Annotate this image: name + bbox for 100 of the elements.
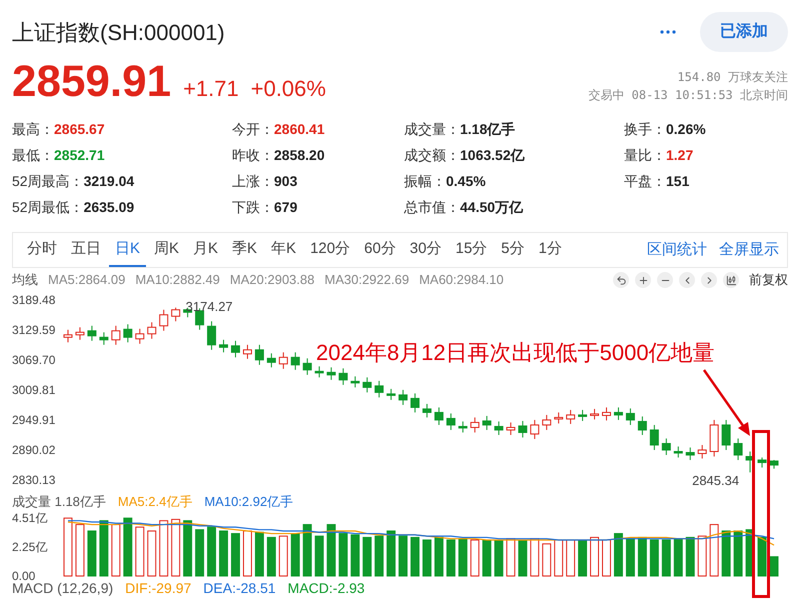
candlestick (171, 307, 180, 322)
volume-bar (674, 538, 683, 576)
volume-bar (64, 518, 72, 576)
candlestick (698, 444, 707, 460)
candlestick (374, 380, 384, 398)
volume-bar (87, 530, 96, 576)
ma-value: MA30:2922.69 (324, 271, 410, 290)
period-tab[interactable]: 5分 (495, 233, 531, 267)
stat-label: 上涨： (232, 172, 274, 190)
chevron-right-icon[interactable] (701, 272, 717, 288)
volume-bar (266, 536, 276, 576)
volume-bar (75, 524, 84, 576)
volume-bar (350, 534, 360, 576)
period-tab[interactable]: 周K (148, 233, 186, 267)
volume-axis-label: 4.51亿 (12, 512, 48, 524)
volume-bar (159, 520, 168, 576)
volume-bar (650, 540, 659, 576)
period-tab[interactable]: 15分 (449, 233, 494, 267)
period-tab[interactable]: 日K (109, 233, 146, 267)
price-axis-label: 3009.81 (12, 384, 56, 396)
volume-bar (183, 520, 192, 576)
volume-bar (243, 530, 252, 576)
volume-bar (482, 540, 492, 576)
volume-bar (219, 530, 228, 576)
zoom-out-icon[interactable] (657, 272, 673, 288)
stat-value: 1063.52亿 (460, 146, 525, 164)
volume-bar (446, 540, 456, 576)
candlestick (506, 422, 516, 436)
chart-link[interactable]: 区间统计 (647, 238, 707, 262)
candlestick (554, 412, 564, 424)
chevron-left-icon[interactable] (679, 272, 695, 288)
period-tab[interactable]: 月K (187, 233, 224, 267)
period-tab[interactable]: 120分 (304, 233, 356, 267)
volume-bar (410, 536, 420, 576)
candlestick (770, 460, 779, 470)
stat-value: 679 (274, 198, 298, 216)
volume-bar (374, 536, 384, 576)
candlestick (602, 406, 611, 421)
adjust-mode[interactable]: 前复权 (749, 270, 788, 290)
volume-bar (662, 540, 671, 576)
volume-axis-label: 0.00 (12, 570, 36, 582)
ma-value: MA10:2882.49 (135, 271, 220, 290)
candlestick (135, 328, 144, 344)
volume-bar (770, 556, 778, 576)
candlestick (111, 325, 120, 346)
undo-icon[interactable] (613, 272, 629, 288)
period-tab[interactable]: 分时 (21, 233, 63, 267)
zoom-in-icon[interactable] (635, 272, 651, 288)
candlestick (99, 332, 108, 346)
candlestick (63, 329, 72, 343)
stat-label: 最低： (12, 146, 54, 164)
candlestick (159, 309, 168, 332)
period-tab[interactable]: 60分 (358, 233, 402, 267)
volume-bar (734, 530, 743, 576)
volume-bar (326, 524, 336, 576)
candlestick (422, 403, 432, 418)
stat-value: 0.45% (446, 172, 486, 190)
candlestick (614, 406, 623, 420)
stat-value: 1.18亿手 (460, 120, 516, 138)
period-tab[interactable]: 1分 (532, 233, 568, 267)
candlestick (710, 419, 719, 458)
candlestick (434, 406, 444, 426)
volume-bar (195, 529, 204, 576)
more-icon[interactable] (660, 30, 676, 34)
candlestick (530, 419, 540, 440)
volume-bar (434, 536, 444, 576)
candlestick-icon[interactable] (723, 272, 739, 288)
stat-value: 44.50万亿 (460, 198, 524, 216)
volume-bar (398, 536, 408, 576)
stat-value: 1.27 (666, 146, 694, 164)
candlestick (722, 419, 731, 450)
stat-label: 最高： (12, 120, 54, 138)
macd-value: MACD:-2.93 (288, 578, 365, 598)
candlestick (290, 352, 300, 370)
stat-value: 2635.09 (84, 198, 134, 216)
candlestick (518, 420, 528, 438)
added-button[interactable]: 已添加 (700, 12, 788, 52)
period-tab[interactable]: 30分 (404, 233, 448, 267)
volume-bar (254, 532, 264, 576)
candlestick (542, 414, 552, 430)
candlestick (638, 416, 647, 436)
candlestick (758, 457, 767, 468)
period-tab[interactable]: 年K (265, 233, 302, 267)
volume-label: 成交量 1.18亿手 (12, 493, 106, 512)
volume-bar (123, 518, 132, 576)
volume-bar (758, 536, 767, 576)
volume-bar (338, 533, 348, 576)
candlestick (458, 420, 468, 433)
period-tab[interactable]: 五日 (65, 233, 107, 267)
candlestick (87, 325, 96, 342)
volume-bar (422, 540, 432, 576)
volume-bar (506, 538, 516, 576)
period-tab[interactable]: 季K (226, 233, 264, 267)
volume-bar (626, 538, 635, 576)
chart-link[interactable]: 全屏显示 (719, 238, 779, 262)
candlestick (147, 322, 156, 340)
price-axis-label: 2890.02 (12, 444, 56, 456)
volume-bar (386, 530, 396, 576)
annotation-arrow (702, 368, 752, 438)
percent-change: +0.06% (250, 78, 326, 100)
